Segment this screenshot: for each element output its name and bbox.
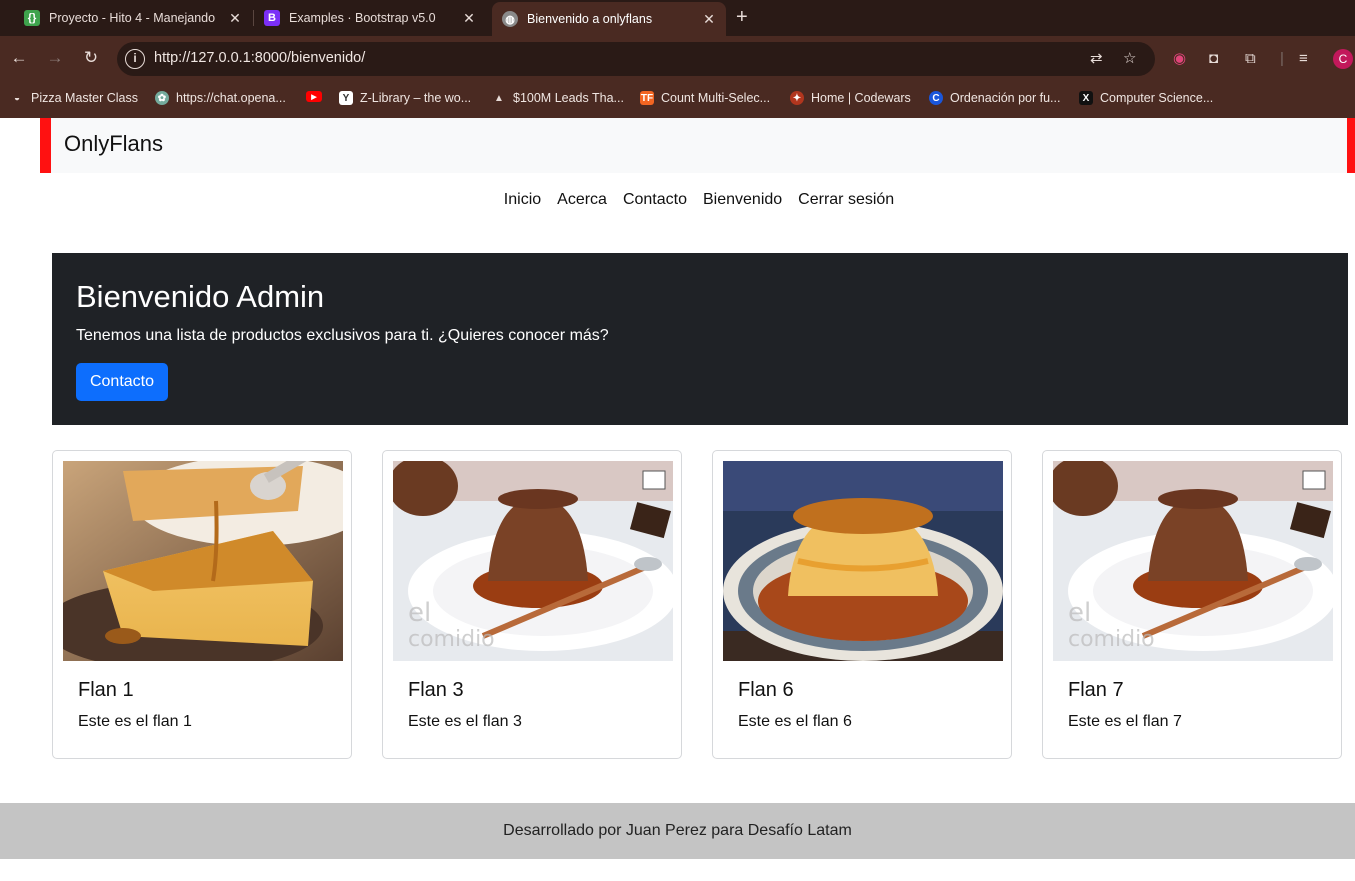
bookmark-item[interactable]: Y Z-Library – the wo... [339,91,471,105]
codewars-icon: ✦ [790,91,804,105]
site-header: OnlyFlans [40,118,1355,173]
tf-icon: TF [640,91,654,105]
svg-text:comidio: comidio [1068,627,1155,652]
profile-avatar[interactable]: C [1333,49,1353,69]
bookmark-label: Computer Science... [1100,91,1214,105]
bookmark-label: Count Multi-Selec... [661,91,771,105]
browser-tab-strip: {} Proyecto - Hito 4 - Manejando ✕ B Exa… [0,0,1355,36]
c-icon: C [929,91,943,105]
product-card[interactable]: Flan 6 Este es el flan 6 [712,450,1012,759]
x-icon: X [1079,91,1093,105]
product-card[interactable]: el comidio Flan 7 Este es el flan 7 [1042,450,1342,759]
nav-link-bienvenido[interactable]: Bienvenido [703,191,782,209]
tab-title: Examples · Bootstrap v5.0 [289,11,436,25]
close-icon[interactable]: ✕ [228,10,242,27]
card-title: Flan 7 [1068,679,1124,701]
openai-icon: ✿ [155,91,169,105]
page-content: OnlyFlans Inicio Acerca Contacto Bienven… [0,118,1355,881]
bookmark-item[interactable]: ▲ $100M Leads Tha... [492,91,624,105]
welcome-hero: Bienvenido Admin Tenemos una lista de pr… [52,253,1348,425]
contacto-button[interactable]: Contacto [76,363,168,401]
site-footer: Desarrollado por Juan Perez para Desafío… [0,803,1355,859]
browser-toolbar: ← → ↻ i http://127.0.0.1:8000/bienvenido… [0,36,1355,82]
bootstrap-icon: B [264,10,280,26]
hero-subtitle: Tenemos una lista de productos exclusivo… [76,327,609,344]
address-bar[interactable]: i http://127.0.0.1:8000/bienvenido/ ⇄ ☆ [117,42,1155,76]
zlibrary-icon: Y [339,91,353,105]
card-text: Este es el flan 1 [78,713,192,730]
bookmark-label: Z-Library – the wo... [360,91,472,105]
hero-title: Bienvenido Admin [76,279,325,314]
card-title: Flan 3 [408,679,464,701]
bookmark-item[interactable]: ◒ Pizza Master Class [10,91,138,105]
tab-title: Proyecto - Hito 4 - Manejando [49,11,216,25]
bookmark-item[interactable]: TF Count Multi-Selec... [640,91,770,105]
url-text[interactable]: http://127.0.0.1:8000/bienvenido/ [154,50,365,66]
globe-icon: ◍ [502,11,518,27]
code-brackets-icon: {} [24,10,40,26]
new-tab-button[interactable]: + [736,6,748,28]
youtube-icon: ▶ [306,91,322,102]
tab-bootstrap[interactable]: B Examples · Bootstrap v5.0 ✕ [254,4,486,32]
card-text: Este es el flan 6 [738,713,852,730]
flan-image [723,461,1003,661]
extensions-puzzle-icon[interactable]: ⧉ [1245,51,1256,67]
bookmark-label: $100M Leads Tha... [513,91,624,105]
bookmark-label: Ordenación por fu... [950,91,1061,105]
flan-image [63,461,343,661]
flan-image: el comidio [1053,461,1333,661]
brand-logo[interactable]: OnlyFlans [64,131,163,157]
bookmark-label: Home | Codewars [811,91,911,105]
reload-button[interactable]: ↻ [81,48,101,68]
bookmark-star-icon[interactable]: ☆ [1123,49,1136,67]
card-title: Flan 6 [738,679,794,701]
main-nav: Inicio Acerca Contacto Bienvenido Cerrar… [0,191,1355,209]
svg-text:comidio: comidio [408,627,495,652]
forward-button[interactable]: → [45,48,65,68]
bookmark-item[interactable]: ✿ https://chat.opena... [155,91,286,105]
translate-icon[interactable]: ⇄ [1090,49,1103,67]
card-title: Flan 1 [78,679,134,701]
card-text: Este es el flan 7 [1068,713,1182,730]
pizza-icon: ◒ [13,92,21,104]
close-icon[interactable]: ✕ [462,10,476,27]
media-queue-icon[interactable]: ≡ [1299,51,1308,67]
nav-link-acerca[interactable]: Acerca [557,191,607,209]
bookmarks-bar: ◒ Pizza Master Class ✿ https://chat.open… [0,82,1355,118]
product-card[interactable]: Flan 1 Este es el flan 1 [52,450,352,759]
record-extension-icon[interactable]: ◉ [1173,51,1186,67]
tab-proyecto[interactable]: {} Proyecto - Hito 4 - Manejando ✕ [14,4,252,32]
bookmark-item[interactable]: ▶ [306,91,329,102]
card-text: Este es el flan 3 [408,713,522,730]
nav-link-inicio[interactable]: Inicio [504,191,541,209]
nav-link-contacto[interactable]: Contacto [623,191,687,209]
product-card[interactable]: el comidio Flan 3 Este es el flan 3 [382,450,682,759]
bookmark-item[interactable]: X Computer Science... [1079,91,1213,105]
camera-extension-icon[interactable]: ◘ [1209,51,1218,67]
tab-onlyflans[interactable]: ◍ Bienvenido a onlyflans ✕ [492,2,726,36]
back-button[interactable]: ← [9,48,29,68]
flan-image: el comidio [393,461,673,661]
toolbar-divider: | [1280,50,1284,67]
bookmark-label: Pizza Master Class [31,91,138,105]
bookmark-label: https://chat.opena... [176,91,286,105]
svg-text:el: el [1068,598,1091,628]
nav-link-cerrar-sesion[interactable]: Cerrar sesión [798,191,894,209]
site-info-icon[interactable]: i [125,49,145,69]
bookmark-item[interactable]: ✦ Home | Codewars [790,91,911,105]
svg-text:el: el [408,598,431,628]
bookmark-item[interactable]: C Ordenación por fu... [929,91,1060,105]
tab-title: Bienvenido a onlyflans [527,12,653,26]
triangle-icon: ▲ [494,92,504,104]
close-icon[interactable]: ✕ [702,11,716,28]
